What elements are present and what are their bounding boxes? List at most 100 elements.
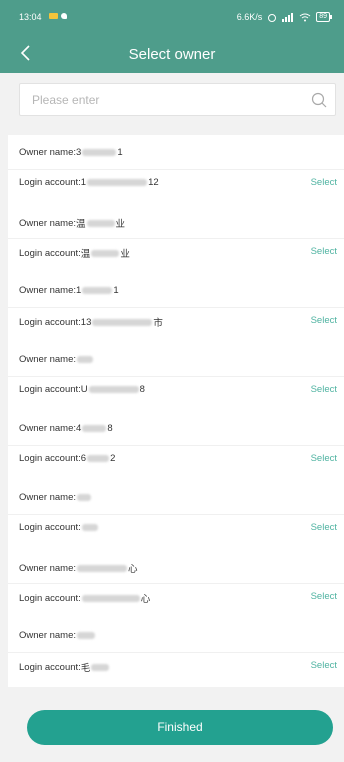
login-account-tail: 市 [153, 318, 163, 329]
login-account-value: U [80, 384, 88, 395]
select-button[interactable]: Select [311, 246, 337, 257]
login-account-label: Login account: [19, 522, 81, 533]
login-account-value: 1 [80, 177, 87, 188]
login-account-label: Login account: [19, 247, 81, 259]
redacted-text [81, 524, 98, 531]
select-button[interactable]: Select [311, 177, 337, 188]
login-account-label: Login account: [19, 453, 81, 464]
owner-name-label: Owner name: [19, 147, 77, 158]
owner-name-tail: 1 [113, 285, 119, 296]
login-account: Login account: 1 12 [19, 177, 159, 188]
divider [8, 307, 344, 308]
login-account-value: 13 [80, 316, 92, 328]
list-item: Owner name: Login account: Select [8, 480, 344, 549]
select-button[interactable]: Select [311, 315, 337, 326]
select-button[interactable]: Select [311, 384, 337, 395]
redacted-text [77, 632, 96, 639]
owner-name-value: 3 [76, 147, 82, 158]
owner-name-value: 4 [76, 423, 82, 434]
login-account: Login account: 6 2 [19, 453, 115, 464]
login-account: Login account: U 8 [19, 384, 145, 395]
login-account: Login account: 13 市 [19, 315, 163, 330]
owner-name-label: Owner name: [19, 354, 77, 365]
app-notification-icon [61, 13, 67, 19]
list-item: Owner name: 3 1 Login account: 1 12 Select [8, 135, 344, 204]
status-time: 13:04 [19, 12, 42, 22]
search-icon[interactable] [310, 91, 328, 109]
owner-name: Owner name: [19, 630, 96, 641]
list-item: Owner name: Login account: 毛 Select [8, 618, 344, 687]
redacted-text [77, 356, 94, 363]
login-account-value: 6 [80, 453, 87, 464]
wifi-icon [299, 13, 311, 21]
divider [8, 652, 344, 653]
login-account-tail: 2 [110, 453, 116, 464]
select-button[interactable]: Select [311, 660, 337, 671]
login-account-label: Login account: [19, 177, 81, 188]
battery-icon: 89 [316, 12, 332, 22]
owner-name: Owner name: 温 业 [19, 216, 126, 231]
list-item: Owner name: 心 Login account: 心 Select [8, 549, 344, 618]
search-input[interactable]: Please enter [19, 83, 336, 116]
redacted-text [82, 287, 113, 294]
divider [8, 445, 344, 446]
page-title: Select owner [128, 46, 216, 63]
owner-name: Owner name: [19, 492, 92, 503]
login-account-value: 毛 [80, 663, 91, 674]
owner-name: Owner name: [19, 354, 94, 365]
list-item: Owner name: 4 8 Login account: 6 2 Select [8, 411, 344, 480]
login-account: Login account: 心 [19, 591, 151, 606]
owner-name: Owner name: 3 1 [19, 147, 123, 158]
owner-list: Owner name: 3 1 Login account: 1 12 Select Ow… [8, 135, 344, 687]
login-account-tail: 心 [140, 594, 151, 605]
owner-name-label: Owner name: [19, 492, 77, 503]
redacted-text [92, 318, 153, 326]
redacted-text [91, 249, 120, 257]
nav-bar: Select owner [0, 36, 344, 73]
login-account-label: Login account: [19, 384, 81, 395]
alarm-icon [268, 13, 277, 22]
owner-name-tail: 8 [107, 423, 113, 434]
list-item: Owner name: Login account: U 8 Select [8, 342, 344, 411]
owner-name-tail: 心 [128, 564, 138, 575]
message-icon [49, 13, 58, 19]
redacted-text [82, 149, 117, 156]
owner-name-tail: 业 [115, 219, 126, 230]
login-account-tail: 业 [120, 249, 130, 260]
divider [8, 238, 344, 239]
redacted-text [87, 455, 110, 462]
list-item: Owner name: 温业 Login account: 温业 Select [8, 204, 344, 273]
owner-name-label: Owner name: [19, 423, 77, 434]
owner-name-label: Owner name: [19, 217, 77, 229]
login-account-label: Login account: [19, 592, 81, 604]
owner-name: Owner name: 心 [19, 561, 138, 576]
footer-bar: Finished [0, 698, 344, 762]
divider [8, 583, 344, 584]
notification-icons [49, 13, 67, 19]
redacted-text [77, 494, 92, 501]
redacted-text [87, 179, 148, 186]
owner-name-label: Owner name: [19, 285, 77, 296]
select-button[interactable]: Select [311, 453, 337, 464]
status-right: 6.6K/s 89 [237, 12, 332, 22]
finished-button[interactable]: Finished [27, 710, 333, 745]
divider [8, 514, 344, 515]
login-account-tail: 8 [139, 384, 145, 395]
login-account-label: Login account: [19, 316, 81, 328]
redacted-text [88, 386, 139, 393]
login-account-value: 温 [80, 249, 91, 260]
owner-name-label: Owner name: [19, 562, 77, 574]
status-bar: 13:04 6.6K/s 89 [0, 0, 344, 36]
owner-name-value: 1 [76, 285, 82, 296]
signal-icon [282, 12, 294, 22]
select-button[interactable]: Select [311, 591, 337, 602]
login-account: Login account: 温 业 [19, 246, 130, 261]
redacted-text [81, 594, 140, 602]
owner-name-value: 温 [76, 219, 86, 230]
login-account-label: Login account: [19, 661, 81, 673]
redacted-text [82, 425, 107, 432]
select-button[interactable]: Select [311, 522, 337, 533]
search-placeholder: Please enter [32, 93, 100, 107]
redacted-text [77, 564, 128, 572]
list-item: Owner name: 1 1 Login account: 13 市 Select [8, 273, 344, 342]
